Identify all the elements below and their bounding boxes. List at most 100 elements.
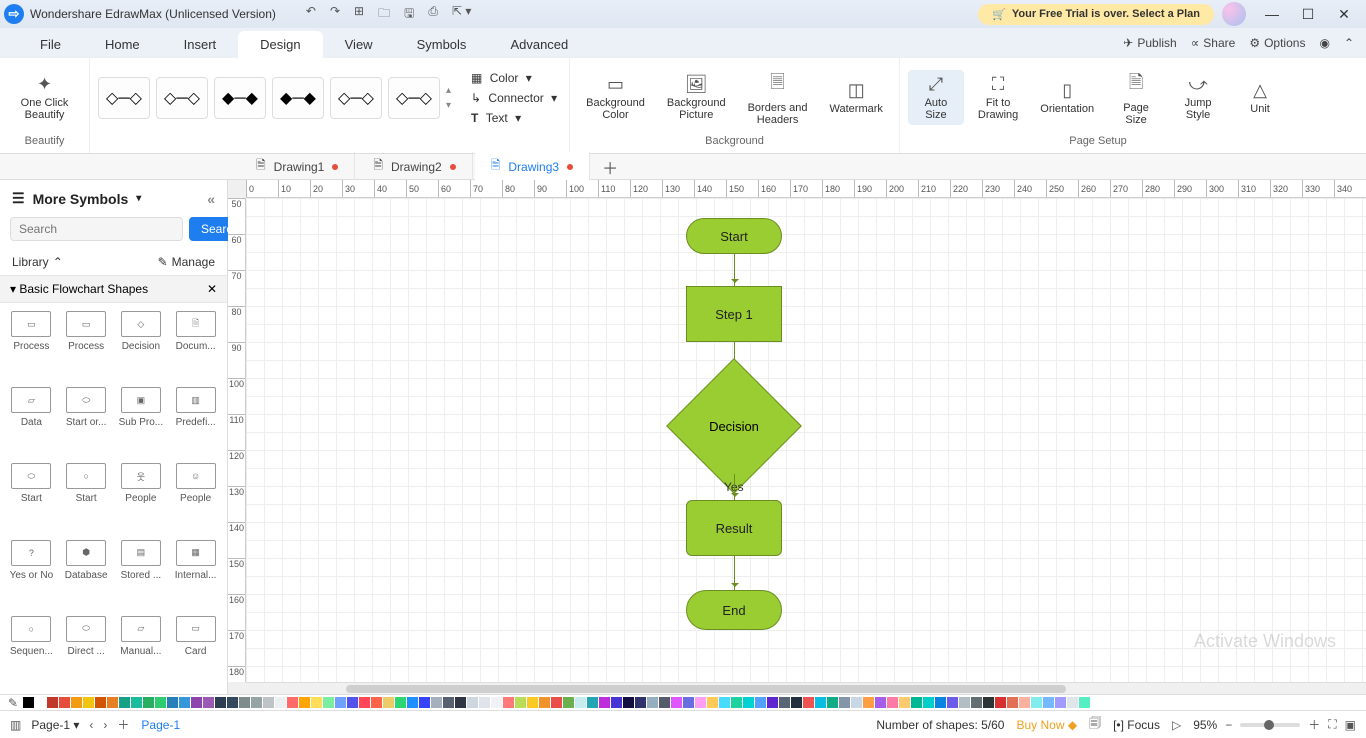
publish-button[interactable]: ✈ Publish [1123, 36, 1176, 50]
background-color-button[interactable]: ▭Background Color [578, 70, 653, 125]
search-input[interactable] [10, 217, 183, 241]
color-swatch[interactable] [251, 697, 262, 708]
menu-advanced[interactable]: Advanced [488, 31, 590, 58]
shape-item[interactable]: ▭Card [170, 616, 221, 686]
color-swatch[interactable] [551, 697, 562, 708]
close-panel-icon[interactable]: ✕ [207, 282, 217, 296]
shape-item[interactable]: ⬭Start or... [61, 387, 112, 457]
prev-page-icon[interactable]: ‹ [89, 718, 93, 732]
color-swatch[interactable] [683, 697, 694, 708]
color-swatch[interactable] [371, 697, 382, 708]
color-swatch[interactable] [239, 697, 250, 708]
watermark-button[interactable]: ◫Watermark [822, 76, 891, 119]
shape-item[interactable]: ▱Manual... [116, 616, 167, 686]
color-swatch[interactable] [287, 697, 298, 708]
style-tile-3[interactable]: ◆─◆ [214, 77, 266, 119]
color-swatch[interactable] [323, 697, 334, 708]
color-swatch[interactable] [359, 697, 370, 708]
doc-tab-3[interactable]: 🗎 Drawing3 [475, 152, 590, 181]
style-tile-2[interactable]: ◇─◇ [156, 77, 208, 119]
color-dropdown[interactable]: ▦ Color ▾ [467, 69, 561, 87]
color-swatch[interactable] [275, 697, 286, 708]
color-swatch[interactable] [47, 697, 58, 708]
color-swatch[interactable] [191, 697, 202, 708]
color-swatch[interactable] [491, 697, 502, 708]
print-icon[interactable]: ⎙ [428, 4, 438, 25]
node-start[interactable]: Start [686, 218, 782, 254]
orientation-button[interactable]: ▯Orientation [1032, 76, 1102, 119]
color-swatch[interactable] [971, 697, 982, 708]
color-swatch[interactable] [335, 697, 346, 708]
shape-item[interactable]: ○Start [61, 463, 112, 533]
color-swatch[interactable] [155, 697, 166, 708]
panel-header[interactable]: ▾ Basic Flowchart Shapes ✕ [0, 275, 227, 303]
shape-item[interactable]: ▱Data [6, 387, 57, 457]
color-swatch[interactable] [923, 697, 934, 708]
color-swatch[interactable] [959, 697, 970, 708]
color-swatch[interactable] [59, 697, 70, 708]
color-swatch[interactable] [779, 697, 790, 708]
color-swatch[interactable] [515, 697, 526, 708]
color-swatch[interactable] [563, 697, 574, 708]
color-swatch[interactable] [887, 697, 898, 708]
auto-size-button[interactable]: ⤢Auto Size [908, 70, 964, 125]
open-icon[interactable]: 🗀 [378, 4, 390, 25]
color-swatch[interactable] [95, 697, 106, 708]
color-swatch[interactable] [815, 697, 826, 708]
color-swatch[interactable] [935, 697, 946, 708]
color-swatch[interactable] [167, 697, 178, 708]
node-result[interactable]: Result [686, 500, 782, 556]
menu-design[interactable]: Design [238, 31, 322, 58]
color-swatch[interactable] [263, 697, 274, 708]
color-swatch[interactable] [911, 697, 922, 708]
connector-dropdown[interactable]: ↳ Connector ▾ [467, 89, 561, 107]
zoom-slider[interactable] [1240, 723, 1300, 727]
shape-item[interactable]: 웃People [116, 463, 167, 533]
color-swatch[interactable] [803, 697, 814, 708]
new-icon[interactable]: ⊞ [354, 4, 364, 25]
undo-icon[interactable]: ↶ [306, 4, 316, 25]
color-swatch[interactable] [875, 697, 886, 708]
color-swatch[interactable] [203, 697, 214, 708]
color-swatch[interactable] [119, 697, 130, 708]
save-icon[interactable]: 🖫 [404, 4, 414, 25]
color-swatch[interactable] [455, 697, 466, 708]
doc-tab-1[interactable]: 🗎 Drawing1 [240, 152, 355, 181]
fit-page-icon[interactable]: ⛶ [1328, 717, 1336, 732]
jump-style-button[interactable]: ⤻Jump Style [1170, 70, 1226, 125]
color-swatch[interactable] [215, 697, 226, 708]
color-swatch[interactable] [1079, 697, 1090, 708]
color-swatch[interactable] [311, 697, 322, 708]
add-tab-button[interactable]: ＋ [592, 155, 628, 179]
color-swatch[interactable] [107, 697, 118, 708]
color-swatch[interactable] [1007, 697, 1018, 708]
style-tile-4[interactable]: ◆─◆ [272, 77, 324, 119]
color-swatch[interactable] [827, 697, 838, 708]
shape-item[interactable]: ▣Sub Pro... [116, 387, 167, 457]
style-nav-up-icon[interactable]: ▴ [446, 85, 451, 96]
color-swatch[interactable] [947, 697, 958, 708]
library-button[interactable]: Library ⌃ [12, 255, 63, 269]
menu-file[interactable]: File [18, 31, 83, 58]
maximize-button[interactable]: ☐ [1290, 6, 1326, 23]
page-layout-icon[interactable]: ▥ [10, 718, 21, 732]
page-selector[interactable]: Page-1 ▾ [31, 718, 79, 732]
color-swatch[interactable] [851, 697, 862, 708]
color-swatch[interactable] [671, 697, 682, 708]
avatar[interactable] [1222, 2, 1246, 26]
export-icon[interactable]: ⇱ ▾ [452, 4, 471, 25]
style-tile-6[interactable]: ◇─◇ [388, 77, 440, 119]
next-page-icon[interactable]: › [103, 718, 107, 732]
collapse-ribbon-icon[interactable]: ⌃ [1344, 36, 1354, 50]
page-size-button[interactable]: 🗎Page Size [1108, 66, 1164, 130]
collapse-sidebar-icon[interactable]: « [207, 191, 215, 207]
color-swatch[interactable] [647, 697, 658, 708]
color-swatch[interactable] [635, 697, 646, 708]
color-swatch[interactable] [839, 697, 850, 708]
color-swatch[interactable] [623, 697, 634, 708]
color-swatch[interactable] [503, 697, 514, 708]
background-picture-button[interactable]: 🖼Background Picture [659, 70, 734, 125]
color-swatch[interactable] [71, 697, 82, 708]
node-end[interactable]: End [686, 590, 782, 630]
color-swatch[interactable] [863, 697, 874, 708]
